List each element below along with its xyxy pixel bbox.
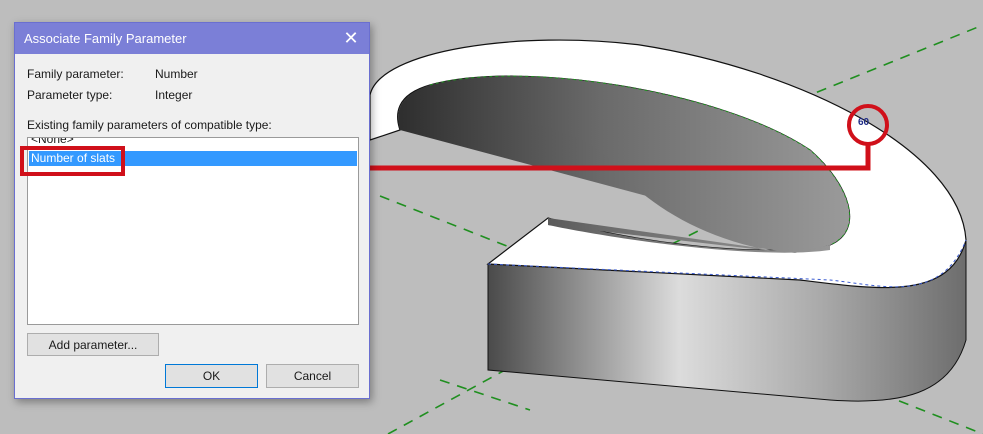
dimension-label[interactable]: 60 <box>858 117 869 128</box>
parameter-type-value: Integer <box>155 88 193 102</box>
add-parameter-button[interactable]: Add parameter... <box>27 333 159 356</box>
parameter-type-label: Parameter type: <box>27 88 113 102</box>
close-icon: ✕ <box>343 27 359 48</box>
associate-family-parameter-dialog: Associate Family Parameter ✕ Family para… <box>14 22 370 399</box>
highlight-box <box>20 146 125 176</box>
list-item[interactable]: <None> <box>31 138 74 146</box>
cancel-button[interactable]: Cancel <box>266 364 359 388</box>
close-button[interactable]: ✕ <box>337 26 365 50</box>
dialog-title: Associate Family Parameter <box>24 31 187 46</box>
family-parameter-label: Family parameter: <box>27 67 124 81</box>
dialog-titlebar: Associate Family Parameter ✕ <box>15 23 369 54</box>
family-parameter-value: Number <box>155 67 198 81</box>
existing-params-label: Existing family parameters of compatible… <box>27 118 272 132</box>
ok-button[interactable]: OK <box>165 364 258 388</box>
